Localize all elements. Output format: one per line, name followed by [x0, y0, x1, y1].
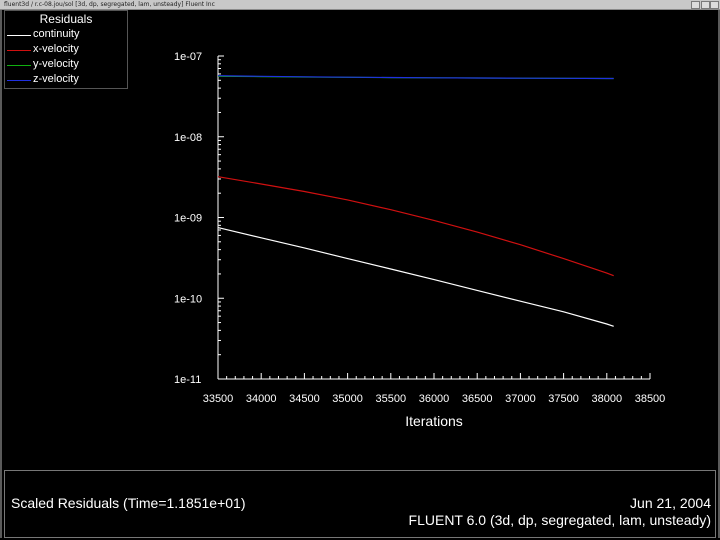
y-tick-label: 1e-09 [174, 213, 202, 225]
solver-info: FLUENT 6.0 (3d, dp, segregated, lam, uns… [408, 512, 711, 528]
x-tick-label: 37000 [505, 393, 536, 405]
legend-swatch-y-velocity [7, 65, 31, 66]
legend-label-z-velocity: z-velocity [33, 73, 79, 85]
y-tick-label: 1e-08 [174, 132, 202, 144]
legend-swatch-z-velocity [7, 80, 31, 81]
window-titlebar[interactable]: fluent3d / r.c-08.jou/sol [3d, dp, segre… [0, 0, 720, 10]
x-tick-label: 38500 [635, 393, 666, 405]
legend-item-y-velocity: y-velocity [5, 57, 127, 72]
x-axis-label: Iterations [405, 413, 463, 429]
maximize-button[interactable] [701, 1, 710, 9]
title-box: Scaled Residuals (Time=1.1851e+01) Jun 2… [4, 470, 716, 538]
x-tick-label: 36000 [419, 393, 450, 405]
legend-swatch-x-velocity [7, 50, 31, 51]
x-tick-label: 37500 [548, 393, 579, 405]
x-tick-label: 34500 [289, 393, 320, 405]
legend-item-continuity: continuity [5, 27, 127, 42]
series-line-x-velocity [217, 176, 614, 277]
legend-item-z-velocity: z-velocity [5, 72, 127, 87]
y-tick-label: 1e-11 [174, 374, 201, 386]
legend-swatch-continuity [7, 35, 31, 36]
x-tick-label: 34000 [246, 393, 277, 405]
graphics-window: fluent3d / r.c-08.jou/sol [3d, dp, segre… [0, 0, 720, 540]
close-button[interactable] [710, 1, 719, 9]
x-tick-label: 35000 [332, 393, 363, 405]
legend-label-continuity: continuity [33, 28, 80, 40]
x-tick-label: 36500 [462, 393, 493, 405]
x-tick-label: 33500 [203, 393, 234, 405]
minimize-button[interactable] [691, 1, 700, 9]
window-title: fluent3d / r.c-08.jou/sol [3d, dp, segre… [4, 1, 215, 8]
legend-label-y-velocity: y-velocity [33, 58, 79, 70]
legend-label-x-velocity: x-velocity [33, 43, 79, 55]
y-tick-label: 1e-07 [174, 51, 202, 63]
legend-item-x-velocity: x-velocity [5, 42, 127, 57]
x-tick-label: 38000 [592, 393, 623, 405]
x-tick-label: 35500 [376, 393, 407, 405]
plot-caption: Scaled Residuals (Time=1.1851e+01) [11, 495, 246, 511]
y-tick-label: 1e-10 [174, 293, 202, 305]
legend-title: Residuals [39, 12, 93, 26]
series-line-continuity [217, 227, 614, 327]
residuals-legend: Residuals continuity x-velocity y-veloci… [4, 10, 128, 89]
plot-date: Jun 21, 2004 [630, 495, 711, 511]
